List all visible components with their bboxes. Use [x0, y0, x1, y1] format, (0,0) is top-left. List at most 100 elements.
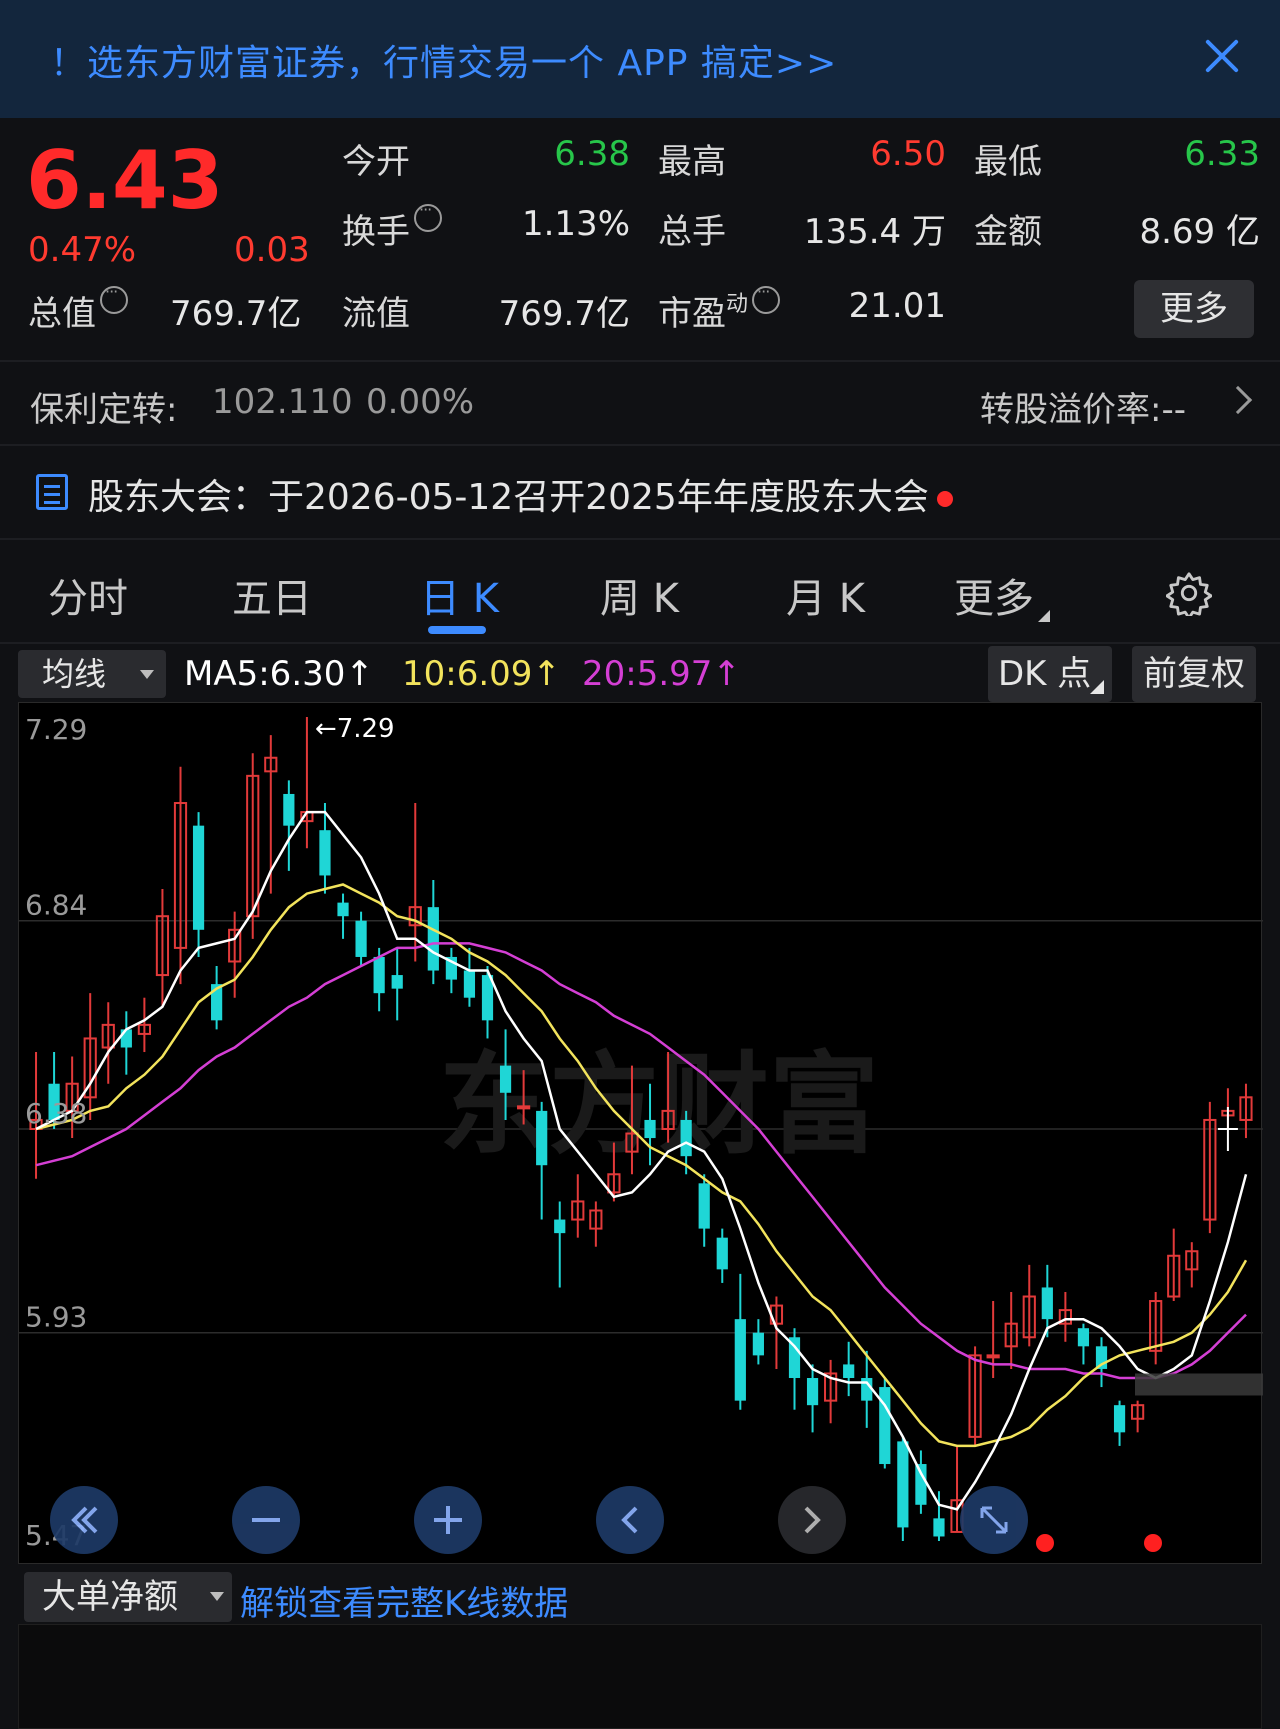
- candle-body: [1041, 1287, 1053, 1320]
- gear-icon[interactable]: [1166, 570, 1212, 616]
- candle-body: [319, 830, 331, 876]
- dropdown-caret-icon: [140, 670, 154, 679]
- expand-icon: [980, 1506, 1008, 1534]
- info-icon[interactable]: [752, 282, 781, 314]
- first-icon: [71, 1506, 98, 1534]
- y-tick-label: 6.84: [25, 889, 87, 922]
- chevron-right-icon[interactable]: [1223, 385, 1253, 415]
- tab-more-label: 更多: [954, 576, 1034, 622]
- amount-value: 8.69 亿: [1139, 212, 1260, 252]
- convertible-label: 保利定转:: [30, 390, 178, 430]
- zoom-out-button[interactable]: [232, 1486, 300, 1554]
- tab-monthly-k[interactable]: 月 K: [786, 566, 865, 624]
- notice-row[interactable]: 股东大会：于2026-05-12召开2025年年度股东大会: [0, 446, 1280, 538]
- plus-icon: [434, 1506, 462, 1534]
- y-tick-label: 5.93: [25, 1301, 87, 1334]
- sub-indicator-row: 大单净额 解锁查看完整K线数据: [0, 1568, 1280, 1624]
- sub-indicator-label: 大单净额: [42, 1577, 178, 1617]
- banner-text[interactable]: ！选东方财富证券，行情交易一个 APP 搞定>>: [50, 34, 837, 86]
- more-button[interactable]: 更多: [1134, 280, 1254, 338]
- info-icon[interactable]: [100, 282, 128, 314]
- event-marker-dot[interactable]: [1144, 1534, 1162, 1552]
- quote-panel: 6.43 0.47% 0.03 总值 769.7亿 今开 6.38 最高 6.5…: [0, 118, 1280, 360]
- candle-body: [283, 793, 295, 826]
- total-value-label: 总值: [28, 282, 128, 335]
- close-icon[interactable]: [1202, 34, 1242, 74]
- promo-banner[interactable]: ！选东方财富证券，行情交易一个 APP 搞定>>: [0, 0, 1280, 118]
- amount-label: 金额: [974, 212, 1042, 252]
- candle-body: [806, 1378, 819, 1406]
- dk-point-label: DK 点: [998, 654, 1092, 694]
- forward-adjust-button[interactable]: 前复权: [1132, 646, 1256, 702]
- dropdown-caret-icon: [210, 1592, 224, 1601]
- total-value: 769.7亿: [170, 294, 302, 334]
- tab-five-day[interactable]: 五日: [232, 566, 312, 624]
- tab-weekly-k[interactable]: 周 K: [600, 566, 679, 624]
- candle-body: [499, 1065, 512, 1093]
- candle-body: [986, 1354, 1000, 1359]
- ma10-label: 10:6.09↑: [402, 654, 561, 694]
- candle-body: [843, 1364, 855, 1379]
- pe-label-text: 市盈: [658, 294, 726, 334]
- candle-body: [427, 907, 439, 971]
- candle-body: [680, 1119, 692, 1157]
- active-tab-indicator: [428, 626, 486, 634]
- candle-body: [463, 970, 476, 998]
- price-band: [1135, 1373, 1263, 1396]
- fullscreen-button[interactable]: [960, 1486, 1028, 1554]
- corner-caret-icon: [1090, 680, 1104, 694]
- period-tabs: 分时 五日 日 K 周 K 月 K 更多: [0, 540, 1280, 644]
- indicator-select[interactable]: 均线: [18, 650, 166, 698]
- kline-svg[interactable]: 东方财富7.296.846.385.935.47←7.29: [19, 703, 1263, 1565]
- prev-button[interactable]: [596, 1486, 664, 1554]
- y-tick-label: 7.29: [25, 713, 87, 746]
- candle-body: [644, 1119, 656, 1139]
- float-value: 769.7亿: [498, 294, 630, 334]
- ma5-label: MA5:6.30↑: [184, 654, 374, 694]
- change-amount: 0.03: [234, 230, 310, 270]
- convertible-pct: 0.00%: [366, 382, 475, 422]
- sub-indicator-select[interactable]: 大单净额: [24, 1572, 232, 1622]
- high-label: 最高: [658, 142, 726, 182]
- prev-icon: [621, 1506, 638, 1534]
- kline-chart[interactable]: 东方财富7.296.846.385.935.47←7.29: [18, 702, 1263, 1565]
- dk-point-button[interactable]: DK 点: [988, 646, 1112, 702]
- turnover-value: 1.13%: [521, 204, 630, 244]
- volume-value: 135.4 万: [803, 212, 946, 252]
- document-icon: [36, 474, 68, 510]
- candle-body: [1077, 1328, 1090, 1347]
- convertible-premium: 转股溢价率:--: [980, 390, 1186, 430]
- candle-body: [915, 1464, 927, 1505]
- candle-body: [536, 1110, 548, 1166]
- unread-dot: [936, 491, 953, 507]
- tab-intraday[interactable]: 分时: [48, 566, 128, 624]
- info-icon[interactable]: [414, 200, 442, 232]
- candle-body: [355, 920, 367, 957]
- pe-label: 市盈动: [658, 282, 781, 335]
- candle-body: [337, 902, 349, 917]
- caret-icon: [1038, 610, 1050, 622]
- tab-more[interactable]: 更多: [954, 566, 1050, 624]
- unlock-link[interactable]: 解锁查看完整K线数据: [240, 1576, 568, 1625]
- next-icon: [804, 1506, 821, 1534]
- convertible-row[interactable]: 保利定转: 102.110 0.00% 转股溢价率:--: [0, 362, 1280, 444]
- next-button[interactable]: [778, 1486, 846, 1554]
- turnover-label-text: 换手: [342, 212, 410, 252]
- zoom-in-button[interactable]: [414, 1486, 482, 1554]
- y-tick-label: 6.38: [25, 1097, 87, 1130]
- candle-body: [192, 825, 205, 930]
- candle-body: [734, 1319, 746, 1401]
- event-marker-dot[interactable]: [1036, 1534, 1054, 1552]
- float-label: 流值: [342, 294, 410, 334]
- ma-row: 均线 MA5:6.30↑ 10:6.09↑ 20:5.97↑ DK 点 前复权: [0, 646, 1280, 702]
- turnover-label: 换手: [342, 200, 442, 253]
- ma20-label: 20:5.97↑: [582, 654, 741, 694]
- first-page-button[interactable]: [50, 1486, 118, 1554]
- notice-text[interactable]: 股东大会：于2026-05-12召开2025年年度股东大会: [88, 468, 953, 520]
- candle-body: [716, 1237, 728, 1270]
- last-price: 6.43: [26, 134, 224, 227]
- change-percent: 0.47%: [28, 230, 137, 270]
- open-value: 6.38: [554, 134, 630, 174]
- tab-daily-k[interactable]: 日 K: [420, 566, 499, 624]
- low-value: 6.33: [1184, 134, 1260, 174]
